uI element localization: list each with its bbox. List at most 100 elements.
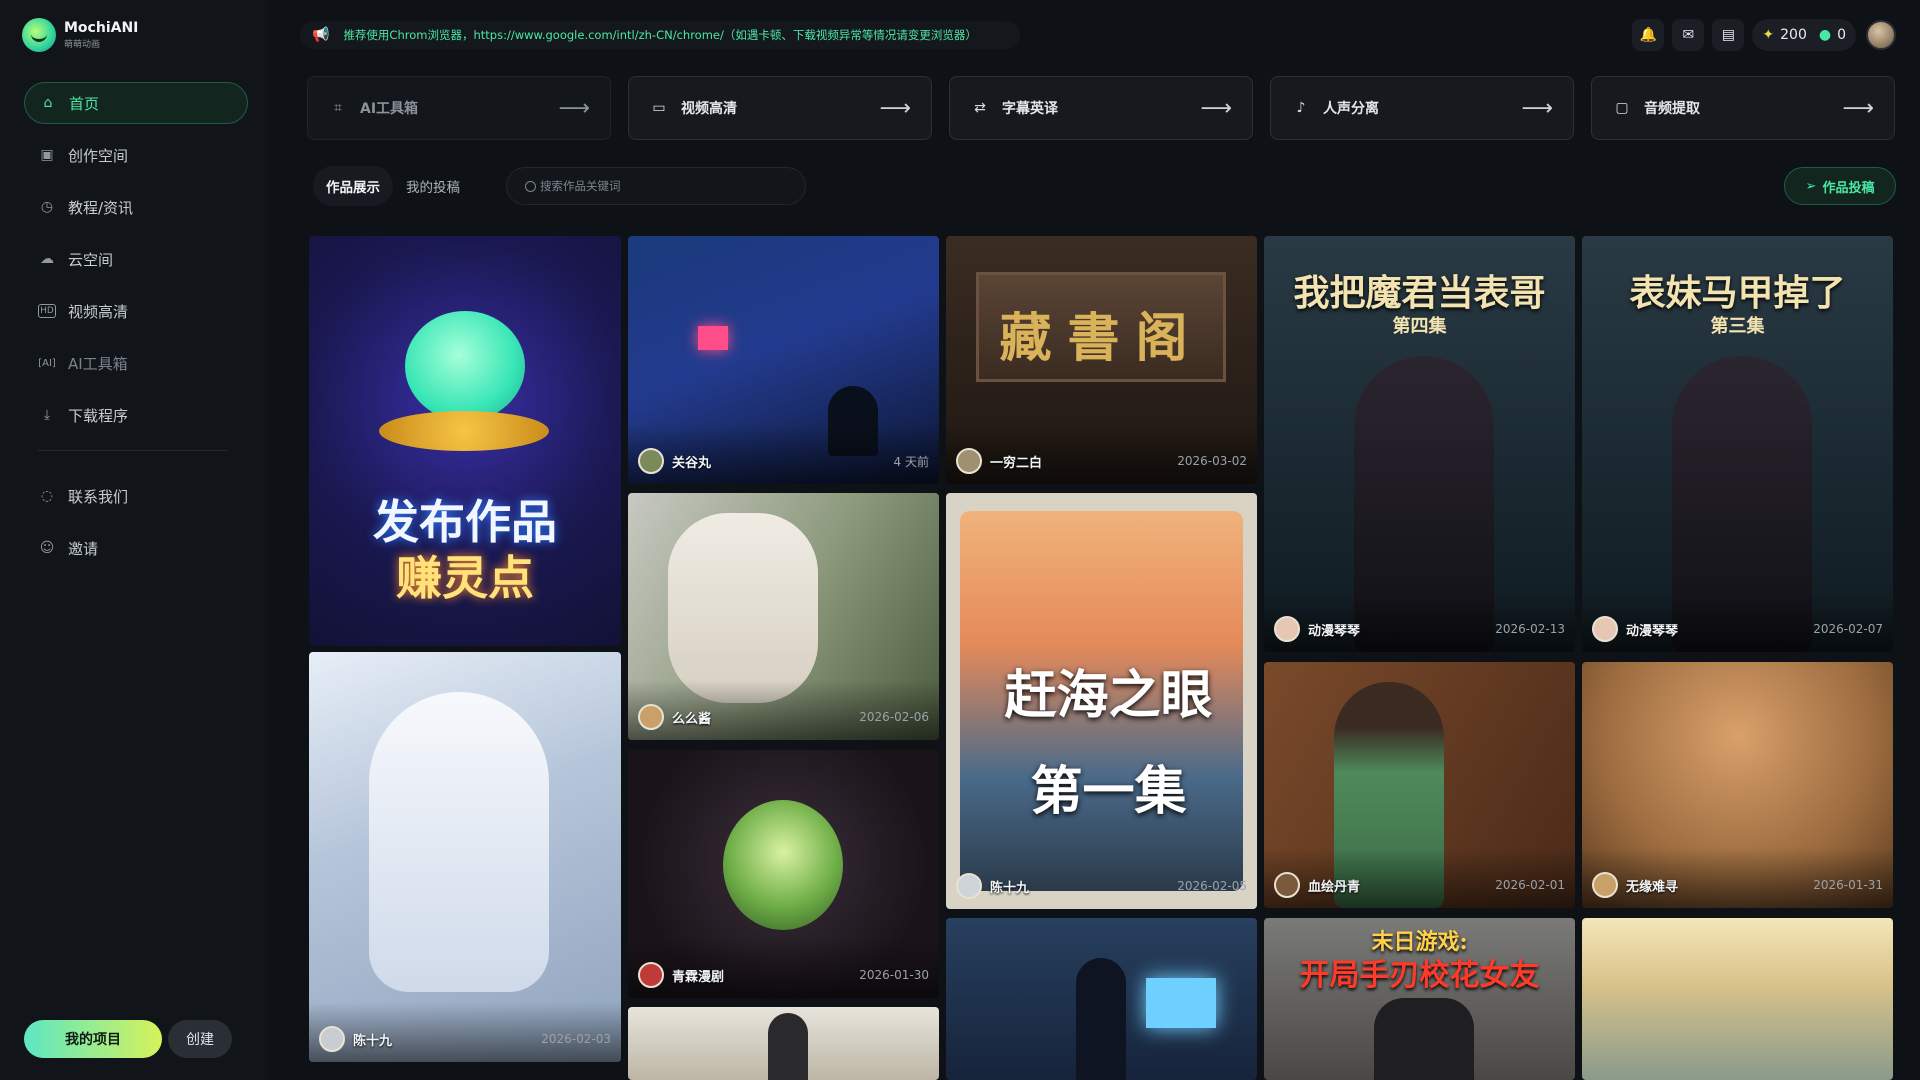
sidebar-divider: [38, 450, 228, 451]
work-card[interactable]: 赶海之眼 第一集 陈十九 2026-02-05: [946, 493, 1257, 909]
sidebar-item-download[interactable]: ⤓ 下载程序: [24, 394, 248, 436]
sidebar-item-creation-space[interactable]: ▣ 创作空间: [24, 134, 248, 176]
author-name: 动漫琴琴: [1626, 623, 1679, 639]
sidebar-item-label: 下载程序: [68, 406, 129, 425]
author-name: 血绘丹青: [1308, 879, 1361, 895]
character-image: [768, 1013, 808, 1080]
work-card[interactable]: [1582, 918, 1893, 1080]
sidebar-item-label: 云空间: [68, 250, 114, 269]
post-date: 2026-02-13: [1495, 622, 1565, 636]
message-button[interactable]: ✉: [1672, 19, 1705, 51]
swap-icon: ⇄: [974, 100, 986, 116]
sidebar-item-cloud[interactable]: ☁ 云空间: [24, 238, 248, 280]
notice-text: 推荐使用Chrom浏览器，https://www.google.com/intl…: [343, 28, 977, 42]
tool-card-subtitle-translate[interactable]: ⇄ 字幕英译 ⟶: [949, 76, 1253, 140]
character-image: [1076, 958, 1126, 1080]
author-name: 么么酱: [672, 711, 712, 727]
sidebar-item-home[interactable]: ⌂ 首页: [24, 82, 248, 124]
tool-card-ai-toolbox[interactable]: ⌗ AI工具箱 ⟶: [307, 76, 611, 140]
post-date: 2026-02-01: [1495, 878, 1565, 892]
author-name: 陈十九: [353, 1033, 393, 1049]
tool-label: 音频提取: [1644, 101, 1700, 117]
tool-card-vocal-separation[interactable]: ♪ 人声分离 ⟶: [1270, 76, 1574, 140]
tab-showcase[interactable]: 作品展示: [313, 166, 393, 206]
work-card[interactable]: 表妹马甲掉了 第三集 动漫琴琴 2026-02-07: [1582, 236, 1893, 652]
search-icon: [525, 180, 536, 192]
film-icon: ▣: [40, 147, 54, 163]
sidebar-item-video-hd[interactable]: HD 视频高清: [24, 290, 248, 332]
work-card[interactable]: [946, 918, 1257, 1080]
work-card[interactable]: 发布作品 赚灵点: [309, 236, 621, 646]
work-card[interactable]: 我把魔君当表哥 第四集 动漫琴琴 2026-02-13: [1264, 236, 1575, 652]
hd-icon: HD: [38, 304, 56, 318]
sidebar-item-ai-tools[interactable]: [AI] AI工具箱: [24, 342, 248, 384]
arrow-right-icon: ⟶: [558, 95, 590, 121]
tool-cards: ⌗ AI工具箱 ⟶ ▭ 视频高清 ⟶ ⇄ 字幕英译 ⟶ ♪ 人声分离 ⟶ ▢ 音…: [307, 76, 1895, 140]
my-projects-button[interactable]: 我的项目: [24, 1020, 162, 1058]
sidebar-item-label: 视频高清: [68, 302, 129, 321]
cloud-coin-icon: ●: [1818, 27, 1832, 43]
monitor-icon: ▭: [652, 100, 666, 116]
sidebar-item-contact[interactable]: ◌ 联系我们: [24, 475, 248, 517]
sidebar-item-label: 联系我们: [68, 487, 129, 506]
work-card[interactable]: 青霖漫剧 2026-01-30: [628, 750, 939, 998]
cloud-value: 0: [1837, 27, 1846, 43]
post-date: 2026-02-07: [1813, 622, 1883, 636]
plaque-text: 藏書阁: [999, 308, 1204, 369]
home-icon: ⌂: [43, 95, 53, 111]
sidebar-item-invite[interactable]: ☺ 邀请: [24, 527, 248, 569]
points-display[interactable]: ✦ 200 ● 0: [1752, 19, 1856, 51]
monitor-glow-image: [1146, 978, 1216, 1028]
spark-icon: ✦: [1762, 27, 1775, 43]
notification-button[interactable]: 🔔: [1632, 19, 1665, 51]
create-button[interactable]: 创建: [168, 1020, 232, 1058]
work-card[interactable]: 么么酱 2026-02-06: [628, 493, 939, 740]
coins-image: [379, 411, 549, 451]
tool-label: AI工具箱: [360, 101, 419, 117]
character-image: [369, 692, 549, 992]
logo-subtitle: 萌萌动画: [64, 40, 101, 50]
work-card[interactable]: [628, 1007, 939, 1080]
work-card[interactable]: 末日游戏: 开局手刃校花女友: [1264, 918, 1575, 1080]
mascot-image: [405, 311, 525, 421]
calendar-button[interactable]: ▤: [1712, 19, 1745, 51]
logo-title: MochiANI: [64, 20, 139, 36]
calendar-icon: ▤: [1721, 27, 1735, 43]
logo[interactable]: MochiANI 萌萌动画: [22, 18, 138, 52]
drama-title: 我把魔君当表哥: [1293, 272, 1546, 314]
megaphone-icon: 📢: [312, 27, 330, 43]
author-name: 无缘难寻: [1626, 879, 1679, 895]
sidebar-item-tutorials[interactable]: ◷ 教程/资讯: [24, 186, 248, 228]
invite-icon: ☺: [39, 540, 55, 556]
points-value: 200: [1780, 27, 1807, 43]
work-card[interactable]: 血绘丹青 2026-02-01: [1264, 662, 1575, 908]
sidebar-nav: ⌂ 首页 ▣ 创作空间 ◷ 教程/资讯 ☁ 云空间 HD 视频高清 [AI] A…: [24, 82, 248, 579]
poster-title: 赶海之眼: [1004, 665, 1213, 726]
avatar: [638, 962, 664, 988]
tool-card-video-hd[interactable]: ▭ 视频高清 ⟶: [628, 76, 932, 140]
post-date: 2026-02-03: [541, 1032, 611, 1046]
submit-work-button[interactable]: ➢ 作品投稿: [1784, 167, 1896, 205]
tool-card-audio-extract[interactable]: ▢ 音频提取 ⟶: [1591, 76, 1895, 140]
compass-icon: ◷: [40, 199, 54, 215]
tab-my-submissions[interactable]: 我的投稿: [393, 166, 473, 206]
top-right-controls: 🔔 ✉ ▤ ✦ 200 ● 0: [1624, 19, 1896, 51]
author-name: 青霖漫剧: [672, 969, 725, 985]
user-avatar[interactable]: [1866, 20, 1896, 50]
post-date: 2026-01-30: [859, 968, 929, 982]
chat-icon: ◌: [40, 488, 54, 504]
post-date: 4 天前: [893, 454, 929, 469]
work-card[interactable]: 关谷丸 4 天前: [628, 236, 939, 484]
work-card[interactable]: 藏書阁 一穷二白 2026-03-02: [946, 236, 1257, 484]
arrow-right-icon: ⟶: [1521, 95, 1553, 121]
avatar: [1274, 616, 1300, 642]
sidebar-item-label: 教程/资讯: [68, 198, 134, 217]
browser-notice: 📢 推荐使用Chrom浏览器，https://www.google.com/in…: [300, 21, 1020, 49]
sidebar-item-label: 首页: [69, 94, 100, 113]
search-input[interactable]: [540, 179, 780, 193]
work-card[interactable]: 无缘难寻 2026-01-31: [1582, 662, 1893, 908]
post-date: 2026-02-06: [859, 710, 929, 724]
work-card[interactable]: 陈十九 2026-02-03: [309, 652, 621, 1062]
post-date: 2026-01-31: [1813, 878, 1883, 892]
sidebar: MochiANI 萌萌动画 ⌂ 首页 ▣ 创作空间 ◷ 教程/资讯 ☁ 云空间 …: [0, 0, 268, 1080]
